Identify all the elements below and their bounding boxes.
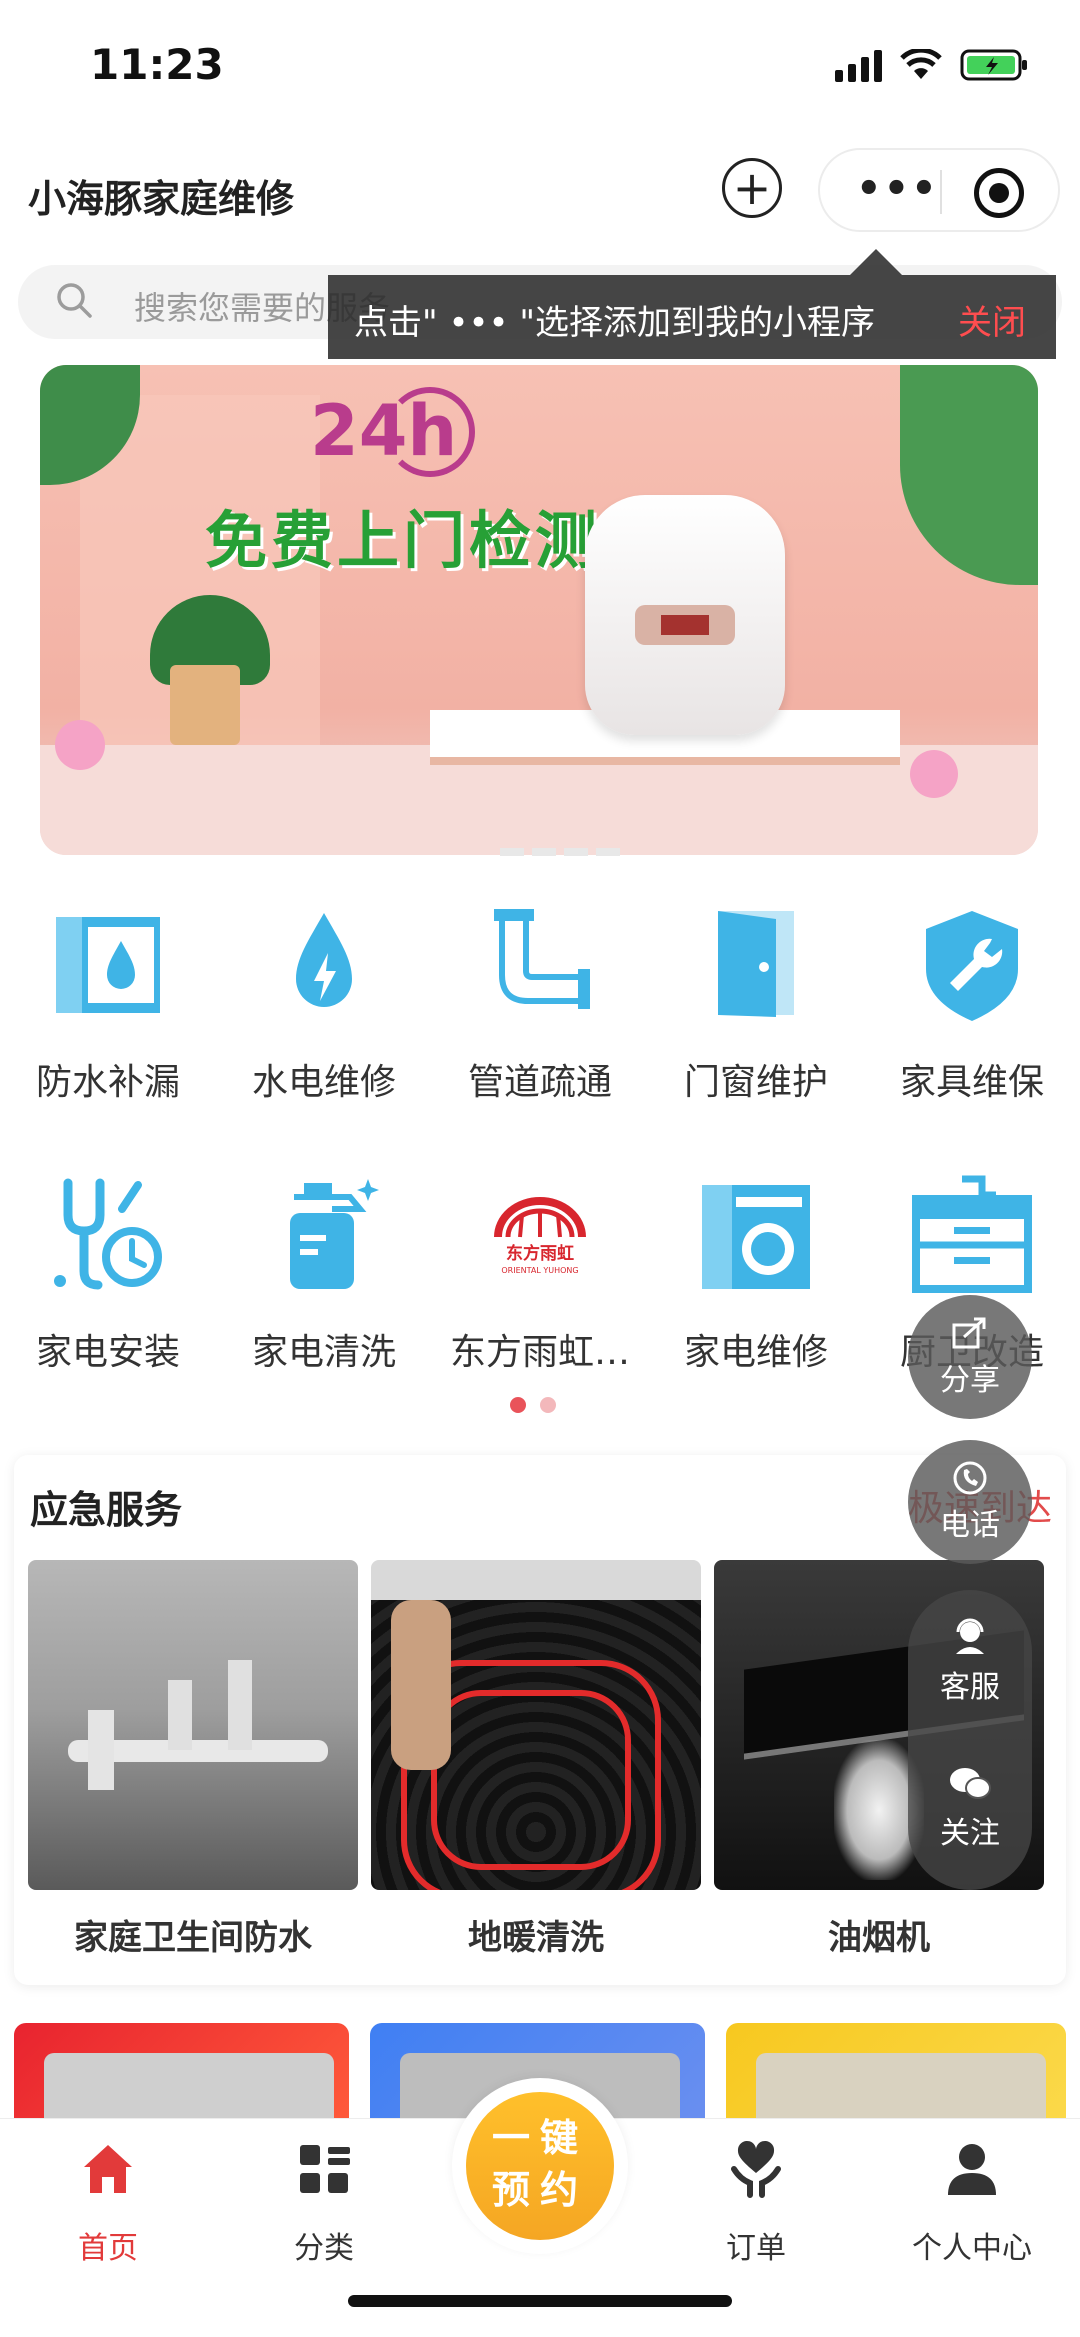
category-label: 东方雨虹… — [449, 1332, 630, 1373]
bathroom-pipe-image — [28, 1560, 358, 1890]
category-item[interactable]: 管道疏通 — [432, 905, 648, 1103]
app-title: 小海豚家庭维修 — [28, 177, 295, 221]
banner-ball — [910, 750, 958, 798]
phone-icon — [953, 1461, 987, 1495]
mini-program-capsule: ••• — [818, 148, 1060, 232]
quick-book-button[interactable]: 一键 预约 — [452, 2078, 628, 2254]
signal-icon — [835, 48, 882, 82]
service-card[interactable]: 家庭卫生间防水 — [28, 1560, 358, 1959]
status-icons — [835, 48, 1030, 82]
share-button[interactable]: 分享 — [908, 1295, 1032, 1419]
orders-heart-icon — [731, 2140, 781, 2198]
promo-banner[interactable]: 24h 免费上门检测 — [40, 365, 1038, 855]
category-item[interactable]: 门窗维护 — [648, 905, 864, 1103]
share-icon — [952, 1317, 986, 1349]
category-label: 家电清洗 — [251, 1332, 396, 1373]
category-item[interactable]: 家电安装 — [0, 1175, 216, 1373]
spray-bottle-icon — [290, 1179, 379, 1289]
service-name: 地暖清洗 — [468, 1918, 604, 1958]
floor-heating-image — [371, 1560, 701, 1890]
banner-indicator — [500, 848, 620, 856]
home-icon — [84, 2145, 132, 2193]
phone-button[interactable]: 电话 — [908, 1440, 1032, 1564]
washing-machine-icon — [702, 1185, 810, 1289]
category-label: 门窗维护 — [683, 1062, 828, 1103]
category-label: 水电维修 — [251, 1062, 396, 1103]
banner-ball — [55, 720, 105, 770]
status-bar: 11:23 — [0, 0, 1080, 140]
waterproof-icon — [56, 917, 160, 1013]
customer-service-icon — [956, 1618, 984, 1654]
door-icon — [718, 911, 794, 1017]
sink-cabinet-icon — [912, 1175, 1032, 1293]
tab-category[interactable]: 分类 — [216, 2139, 432, 2267]
tab-label: 订单 — [726, 2231, 786, 2266]
search-icon — [57, 283, 92, 318]
category-label: 管道疏通 — [467, 1062, 612, 1103]
wrench-shield-icon — [926, 911, 1018, 1021]
wechat-icon — [950, 1768, 991, 1799]
svg-text:ORIENTAL YUHONG: ORIENTAL YUHONG — [501, 1266, 578, 1275]
tip-text: 点击" ••• "选择添加到我的小程序 — [354, 303, 876, 343]
service-name: 油烟机 — [828, 1918, 930, 1958]
category-label: 家电维修 — [683, 1332, 828, 1373]
rice-cooker-image — [585, 495, 785, 735]
category-item[interactable]: 防水补漏 — [0, 905, 216, 1103]
share-label: 分享 — [940, 1363, 1000, 1398]
category-page-indicator — [510, 1397, 556, 1413]
user-icon — [948, 2144, 996, 2195]
service-card[interactable]: 地暖清洗 — [371, 1560, 701, 1959]
banner-slogan: 免费上门检测 — [205, 504, 602, 577]
side-dock: 客服 关注 — [908, 1590, 1032, 1890]
category-label: 家具维保 — [899, 1062, 1044, 1103]
tab-home[interactable]: 首页 — [0, 2139, 216, 2267]
category-label: 防水补漏 — [35, 1062, 180, 1103]
quick-book-line2: 预约 — [491, 2168, 588, 2212]
service-card[interactable] — [14, 2023, 349, 2123]
add-to-mini-program-tip: 点击" ••• "选择添加到我的小程序 关闭 — [328, 249, 1056, 359]
battery-icon — [960, 49, 1027, 81]
service-name: 家庭卫生间防水 — [74, 1918, 312, 1958]
tab-label: 个人中心 — [912, 2231, 1032, 2266]
status-time: 11:23 — [90, 40, 224, 89]
category-label: 家电安装 — [35, 1332, 180, 1373]
oriental-yuhong-logo: 东方雨虹 ORIENTAL YUHONG — [494, 1197, 586, 1275]
tools-clock-icon — [54, 1178, 162, 1290]
tab-label: 分类 — [294, 2231, 354, 2266]
wifi-icon — [900, 49, 942, 79]
category-item[interactable]: 水电维修 — [216, 905, 432, 1103]
grid-icon — [300, 2145, 350, 2193]
category-item[interactable]: 家具维保 — [864, 905, 1080, 1103]
svg-text:东方雨虹: 东方雨虹 — [506, 1243, 574, 1264]
pipe-icon — [494, 909, 590, 1009]
customer-service-button[interactable]: 客服 — [908, 1616, 1032, 1706]
section-title: 应急服务 — [30, 1488, 183, 1532]
follow-label: 关注 — [940, 1816, 1000, 1851]
close-miniprogram-icon[interactable] — [974, 168, 1024, 218]
tab-profile[interactable]: 个人中心 — [864, 2139, 1080, 2267]
phone-label: 电话 — [940, 1508, 1000, 1543]
palm-leaf-right — [900, 365, 1038, 585]
add-icon[interactable]: + — [722, 158, 782, 218]
service-card[interactable] — [726, 2023, 1066, 2123]
banner-badge: 24h — [310, 390, 458, 472]
capsule-divider — [940, 170, 942, 214]
category-item[interactable]: 东方雨虹 ORIENTAL YUHONG 东方雨虹… — [432, 1175, 648, 1373]
potted-plant — [170, 665, 240, 745]
quick-book-inner: 一键 预约 — [466, 2092, 614, 2240]
tip-close-button[interactable]: 关闭 — [958, 295, 1026, 344]
follow-button[interactable]: 关注 — [908, 1766, 1032, 1852]
water-electric-icon — [296, 913, 352, 1007]
more-icon[interactable]: ••• — [856, 169, 939, 209]
quick-book-line1: 一键 — [491, 2116, 588, 2160]
category-item[interactable]: 家电维修 — [648, 1175, 864, 1373]
category-item[interactable]: 厨卫改造 — [864, 1175, 1080, 1373]
tab-orders[interactable]: 订单 — [648, 2139, 864, 2267]
home-indicator — [348, 2295, 732, 2307]
customer-service-label: 客服 — [940, 1670, 1000, 1705]
tab-label: 首页 — [78, 2231, 138, 2266]
category-item[interactable]: 家电清洗 — [216, 1175, 432, 1373]
